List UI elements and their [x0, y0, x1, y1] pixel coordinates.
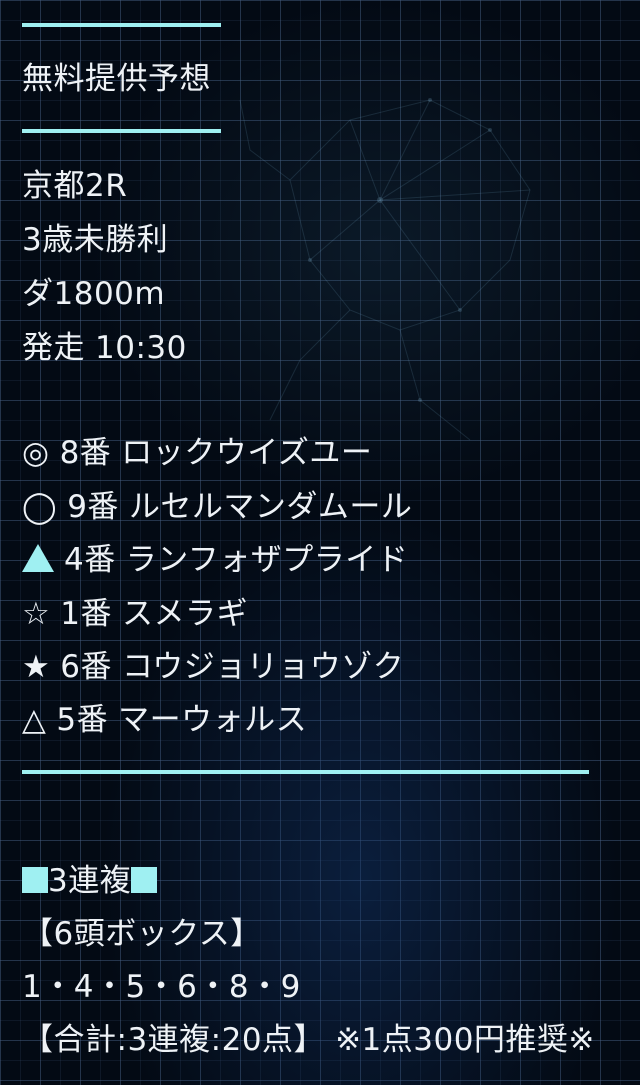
pick-horse: ルセルマンダムール: [128, 489, 413, 525]
start-label: 発走: [22, 330, 85, 366]
race-class: 3歳未勝利: [22, 222, 169, 258]
bet-numbers: 1・4・5・6・8・9: [22, 969, 301, 1005]
tanana-mark-triangle-icon: [22, 544, 54, 572]
honmei-mark: ◎: [22, 435, 50, 471]
hoshi-filled-mark: ★: [22, 649, 51, 685]
header-bottom-rule: [22, 129, 221, 133]
pick-number: 1番: [60, 596, 113, 632]
bet-format: 【6頭ボックス】: [22, 916, 262, 952]
pick-row: ☆ 1番 スメラギ: [22, 594, 248, 634]
hoshi-outline-mark: ☆: [22, 596, 51, 632]
pick-horse: ランフォザプライド: [125, 542, 409, 578]
bet-recommendation: ※1点300円推奨※: [335, 1022, 595, 1058]
bet-type-heading: 3連複: [22, 861, 158, 901]
pick-row: 4番 ランフォザプライド: [22, 540, 408, 580]
pick-number: 4番: [64, 542, 116, 578]
pick-number: 8番: [59, 435, 112, 471]
page-title: 無料提供予想: [22, 61, 211, 97]
pick-horse: スメラギ: [122, 596, 249, 632]
square-bullet-icon: [131, 867, 158, 893]
header-top-rule: [22, 23, 221, 27]
bet-total-line: 【合計:3連複:20点】 ※1点300円推奨※: [22, 1020, 595, 1060]
start-time: 10:30: [95, 330, 187, 366]
pick-horse: コウジョリョウゾク: [122, 649, 405, 685]
pick-row: ◎ 8番 ロックウイズユー: [22, 433, 372, 473]
pick-number: 6番: [60, 649, 113, 685]
renka-mark: △: [22, 702, 47, 738]
pick-row: ◯ 9番 ルセルマンダムール: [22, 487, 412, 527]
pick-horse: ロックウイズユー: [121, 435, 373, 471]
pick-horse: マーウォルス: [118, 702, 308, 738]
pick-row: △ 5番 マーウォルス: [22, 700, 307, 740]
race-venue: 京都2R: [22, 168, 128, 204]
taikou-mark: ◯: [22, 489, 58, 525]
bet-total: 【合計:3連複:20点】: [22, 1022, 326, 1058]
pick-number: 9番: [67, 489, 119, 525]
section-divider: [22, 770, 589, 774]
pick-row: ★ 6番 コウジョリョウゾク: [22, 647, 404, 687]
race-course: ダ1800m: [22, 276, 166, 312]
race-start: 発走 10:30: [22, 328, 187, 368]
bet-type: 3連複: [48, 863, 132, 899]
square-bullet-icon: [22, 867, 48, 893]
pick-number: 5番: [56, 702, 109, 738]
horse-wireframe-decoration: [239, 98, 531, 441]
